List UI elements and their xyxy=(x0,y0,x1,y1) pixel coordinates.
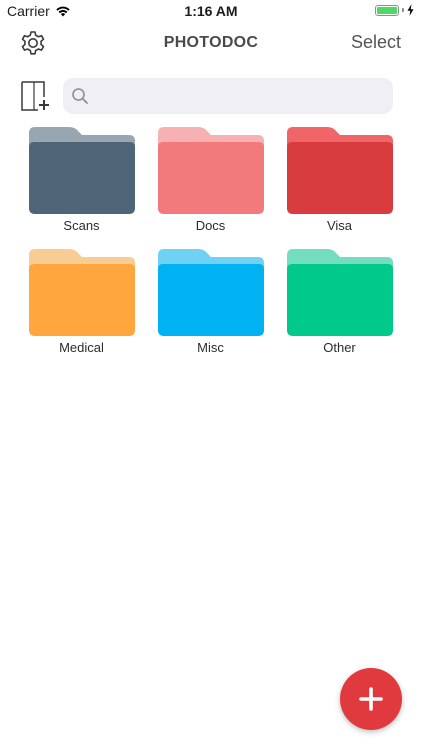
folder-icon xyxy=(29,249,135,336)
folder-icon xyxy=(287,249,393,336)
battery-fill xyxy=(377,6,397,14)
nav-bar: PHOTODOC Select xyxy=(0,22,422,66)
folder-item[interactable]: Misc xyxy=(146,247,275,369)
folder-item[interactable]: Medical xyxy=(17,247,146,369)
folder-label: Other xyxy=(323,340,356,355)
battery-cap xyxy=(402,8,404,12)
battery-icon xyxy=(375,4,399,16)
folder-icon xyxy=(158,127,264,214)
charging-bolt-icon xyxy=(407,4,414,16)
select-button[interactable]: Select xyxy=(351,32,401,53)
folder-icon xyxy=(29,127,135,214)
folder-item[interactable]: Other xyxy=(275,247,404,369)
add-button[interactable] xyxy=(340,668,402,730)
folder-item[interactable]: Visa xyxy=(275,125,404,247)
status-right xyxy=(375,4,414,16)
folder-item[interactable]: Docs xyxy=(146,125,275,247)
plus-icon xyxy=(359,687,383,711)
search-input[interactable] xyxy=(95,86,389,106)
folder-label: Misc xyxy=(197,340,224,355)
folder-grid: Scans Docs Visa Medical Misc Other xyxy=(17,125,409,369)
folder-label: Docs xyxy=(195,218,226,233)
folder-label: Scans xyxy=(63,218,100,233)
new-folder-button[interactable] xyxy=(20,80,50,112)
search-bar xyxy=(63,78,393,114)
folder-icon xyxy=(158,249,264,336)
folder-item[interactable]: Scans xyxy=(17,125,146,247)
status-time: 1:16 AM xyxy=(184,3,238,19)
folder-label: Medical xyxy=(59,340,104,355)
new-folder-icon xyxy=(21,81,49,111)
search-icon xyxy=(72,88,88,104)
status-bar: Carrier 1:16 AM xyxy=(0,0,422,22)
folder-icon xyxy=(287,127,393,214)
folder-label: Visa xyxy=(326,218,353,233)
